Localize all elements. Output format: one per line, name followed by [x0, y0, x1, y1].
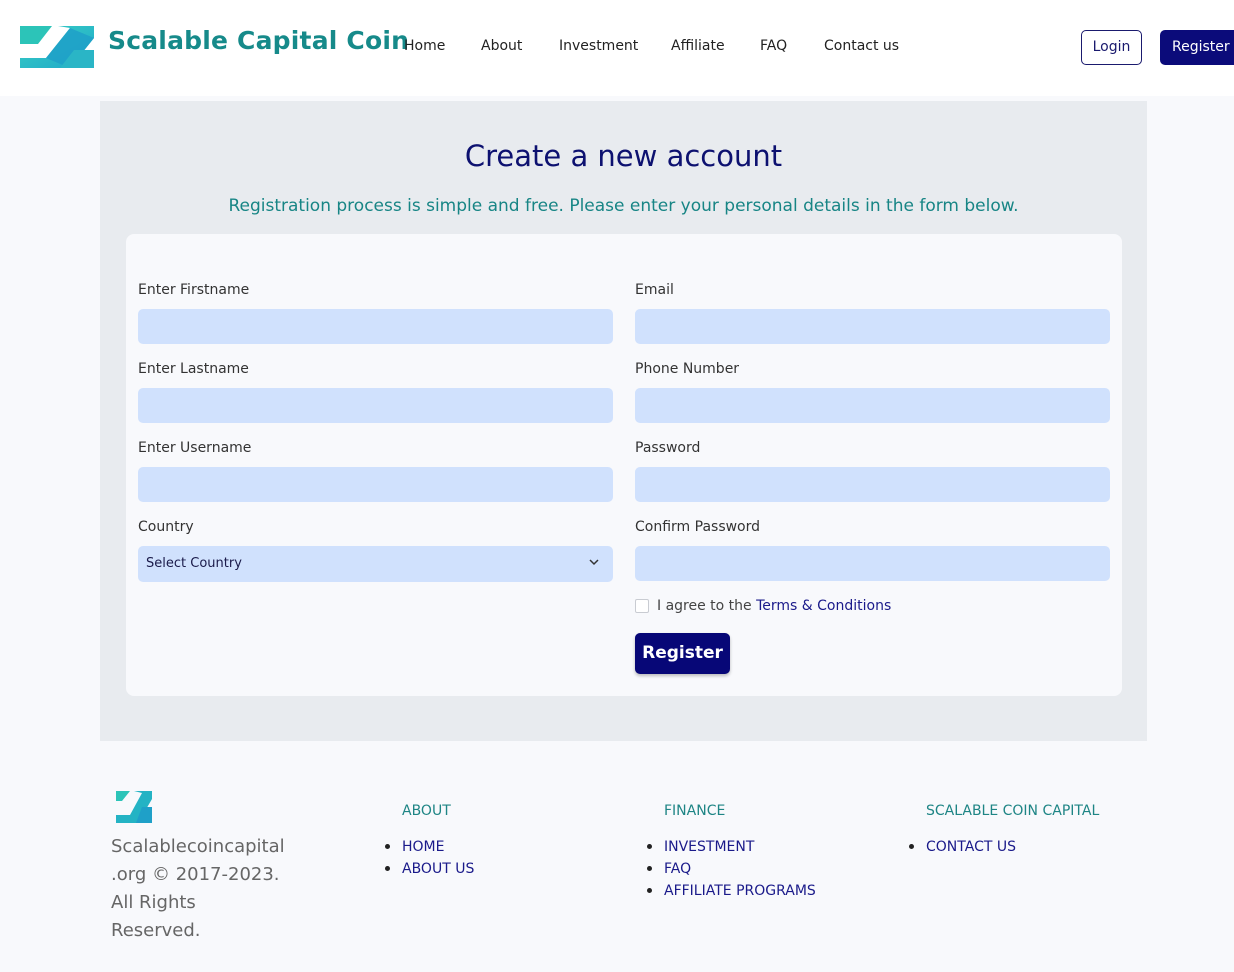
chevron-down-icon [589, 559, 599, 566]
nav-investment[interactable]: Investment [559, 38, 638, 54]
footer-link-faq[interactable]: FAQ [647, 860, 816, 882]
site-header: Scalable Capital Coin Home About Investm… [0, 0, 1234, 96]
nav-about[interactable]: About [481, 38, 522, 54]
password-label: Password [635, 440, 701, 456]
page-title: Create a new account [464, 139, 783, 173]
page-subtitle: Registration process is simple and free.… [228, 196, 1019, 216]
register-nav-button[interactable]: Register [1160, 30, 1234, 65]
lastname-label: Enter Lastname [138, 361, 249, 377]
footer-about-list: HOME ABOUT US [384, 838, 474, 882]
footer-finance-title: FINANCE [664, 803, 726, 819]
registration-panel: Create a new account Registration proces… [100, 101, 1147, 741]
country-select-value: Select Country [146, 556, 242, 571]
agree-prefix: I agree to the [657, 598, 752, 614]
nav-home[interactable]: Home [404, 38, 445, 54]
nav-affiliate[interactable]: Affiliate [671, 38, 725, 54]
firstname-input[interactable] [138, 309, 613, 344]
brand-name[interactable]: Scalable Capital Coin [108, 26, 409, 55]
terms-text: I agree to the Terms & Conditions [657, 598, 891, 614]
terms-link[interactable]: Terms & Conditions [756, 598, 891, 614]
username-label: Enter Username [138, 440, 252, 456]
email-label: Email [635, 282, 674, 298]
footer-link-about-us[interactable]: ABOUT US [384, 860, 474, 882]
registration-form: Enter Firstname Enter Lastname Enter Use… [126, 234, 1122, 696]
terms-checkbox[interactable] [635, 599, 649, 613]
footer-finance-list: INVESTMENT FAQ AFFILIATE PROGRAMS [647, 838, 816, 904]
footer-copyright: Scalablecoincapital .org © 2017-2023. Al… [111, 836, 285, 941]
email-input[interactable] [635, 309, 1110, 344]
logo-icon[interactable] [12, 18, 102, 74]
site-footer: Scalablecoincapital .org © 2017-2023. Al… [0, 741, 1234, 972]
footer-about-title: ABOUT [402, 803, 451, 819]
register-submit-button[interactable]: Register [635, 633, 730, 674]
phone-label: Phone Number [635, 361, 740, 377]
country-label: Country [138, 519, 194, 535]
username-input[interactable] [138, 467, 613, 502]
confirm-password-label: Confirm Password [635, 519, 761, 535]
footer-logo-icon [114, 789, 154, 827]
phone-input[interactable] [635, 388, 1110, 423]
footer-link-contact[interactable]: CONTACT US [909, 838, 1016, 860]
nav-faq[interactable]: FAQ [760, 38, 787, 54]
nav-contact[interactable]: Contact us [824, 38, 899, 54]
country-select[interactable]: Select Country [138, 546, 613, 582]
footer-link-home[interactable]: HOME [384, 838, 474, 860]
footer-link-investment[interactable]: INVESTMENT [647, 838, 816, 860]
firstname-label: Enter Firstname [138, 282, 250, 298]
footer-company-title: SCALABLE COIN CAPITAL [926, 803, 1100, 819]
footer-link-affiliate[interactable]: AFFILIATE PROGRAMS [647, 882, 816, 904]
password-input[interactable] [635, 467, 1110, 502]
lastname-input[interactable] [138, 388, 613, 423]
footer-company-list: CONTACT US [909, 838, 1016, 860]
login-button[interactable]: Login [1081, 30, 1142, 65]
confirm-password-input[interactable] [635, 546, 1110, 581]
